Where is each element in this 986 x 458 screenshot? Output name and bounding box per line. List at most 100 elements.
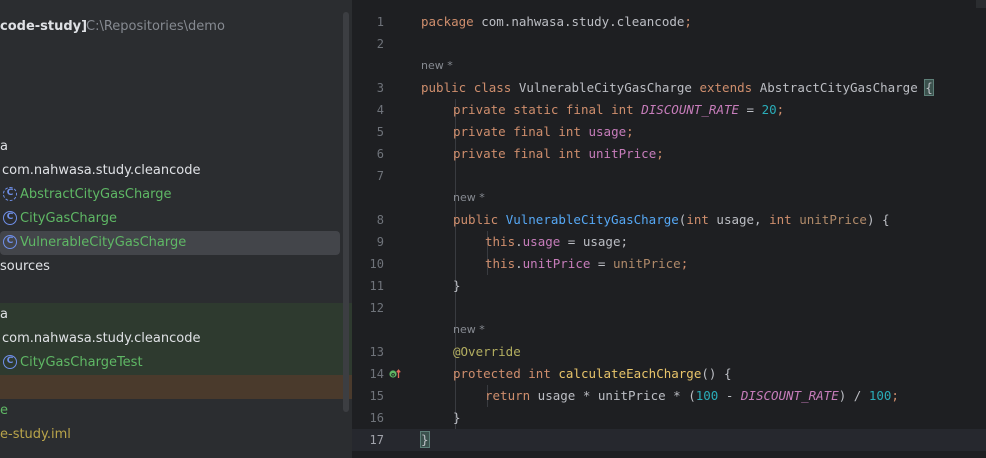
code-token: = xyxy=(739,102,762,117)
class-icon: C xyxy=(3,211,17,225)
code-line-3: public class VulnerableCityGasCharge ext… xyxy=(421,77,934,99)
keyword: int xyxy=(558,124,581,139)
code-line-15: return usage * unitPrice * (100 - DISCOU… xyxy=(485,385,899,407)
line-number: 1 xyxy=(376,15,384,29)
code-token: = xyxy=(590,256,613,271)
code-token: com.nahwasa.study.cleancode xyxy=(473,14,685,29)
code-line-14: protected int calculateEachCharge() { xyxy=(453,363,731,385)
code-line-6: private final int unitPrice; xyxy=(453,143,664,165)
keyword: static xyxy=(513,102,559,117)
matched-brace: { xyxy=(924,79,934,96)
field: usage xyxy=(522,234,561,249)
constructor-name: VulnerableCityGasCharge xyxy=(505,212,679,227)
code-token: ; xyxy=(891,388,899,403)
code-text-area[interactable]: package com.nahwasa.study.cleancode; new… xyxy=(420,0,986,458)
override-method-icon[interactable]: o xyxy=(389,368,401,380)
class-icon: C xyxy=(3,235,17,249)
code-line-10: this.unitPrice = unitPrice; xyxy=(485,253,688,275)
code-token: ; xyxy=(684,14,692,29)
keyword: protected xyxy=(453,366,521,381)
line-number: 8 xyxy=(376,213,384,227)
number: 20 xyxy=(761,102,777,117)
code-line-4: private static final int DISCOUNT_RATE =… xyxy=(453,99,784,121)
code-line-13: @Override xyxy=(453,341,521,363)
line-number: 6 xyxy=(376,147,384,161)
line-number: 7 xyxy=(376,169,384,183)
line-number-current: 17 xyxy=(369,433,384,447)
author-hint[interactable]: new * xyxy=(453,187,485,209)
field: usage xyxy=(588,124,627,139)
keyword: extends xyxy=(699,80,753,95)
keyword: int xyxy=(558,146,581,161)
project-root-label: code-study] xyxy=(0,19,88,34)
keyword: int xyxy=(611,102,634,117)
project-tool-window: code-study] C:\Repositories\demo a com.n… xyxy=(0,0,352,458)
author-hint[interactable]: new * xyxy=(421,55,453,77)
code-token: . xyxy=(515,256,523,271)
keyword: int xyxy=(686,212,709,227)
project-root-path: C:\Repositories\demo xyxy=(86,19,225,34)
keyword: final xyxy=(513,124,551,139)
line-number: 11 xyxy=(369,279,384,293)
line-number: 3 xyxy=(376,81,384,95)
keyword: int xyxy=(528,366,551,381)
keyword: return xyxy=(485,388,531,403)
code-token: () { xyxy=(701,366,732,381)
number: 100 xyxy=(695,388,719,403)
tree-item-label: e-study.iml xyxy=(0,427,71,442)
excluded-folder-highlight xyxy=(0,375,352,399)
code-line-9: this.usage = usage; xyxy=(485,231,628,253)
tree-item-label: a xyxy=(0,139,8,154)
author-hint[interactable]: new * xyxy=(453,319,485,341)
code-token: ; xyxy=(680,256,689,271)
line-number: 2 xyxy=(376,37,384,51)
keyword: package xyxy=(421,14,474,29)
code-line-1: package com.nahwasa.study.cleancode; xyxy=(421,11,692,33)
keyword: public xyxy=(421,80,467,95)
editor-gutter[interactable]: 1 2 3 4 5 6 7 8 9 10 11 12 13 14 15 16 1… xyxy=(352,0,412,458)
code-token: ; xyxy=(656,146,664,161)
keyword: private xyxy=(453,124,506,139)
tree-item-label: com.nahwasa.study.cleancode xyxy=(2,331,201,346)
code-token: ; xyxy=(626,124,634,139)
line-number: 4 xyxy=(376,103,384,117)
code-token: = usage; xyxy=(560,234,629,249)
code-token: } xyxy=(453,410,461,425)
svg-text:o: o xyxy=(391,371,395,378)
project-scrollbar[interactable] xyxy=(343,12,349,412)
class-name: VulnerableCityGasCharge xyxy=(511,80,700,95)
field: unitPrice xyxy=(588,146,657,161)
code-token: usage, xyxy=(708,212,770,227)
tree-item-label: VulnerableCityGasCharge xyxy=(20,235,187,250)
tree-item-label: CityGasCharge xyxy=(20,211,117,226)
line-number: 14 xyxy=(369,367,384,381)
line-number: 5 xyxy=(376,125,384,139)
keyword: public xyxy=(453,212,499,227)
tree-item-label: a xyxy=(0,307,8,322)
constant: DISCOUNT_RATE xyxy=(641,102,740,117)
keyword: this xyxy=(485,234,516,249)
line-number: 12 xyxy=(369,301,384,315)
keyword: final xyxy=(513,146,551,161)
code-token: - xyxy=(718,388,741,403)
abstract-class-icon: C xyxy=(3,187,17,201)
code-editor[interactable]: 1 2 3 4 5 6 7 8 9 10 11 12 13 14 15 16 1… xyxy=(352,0,986,458)
field: unitPrice xyxy=(522,256,591,271)
keyword: private xyxy=(453,102,506,117)
tree-item-label: AbstractCityGasCharge xyxy=(20,187,172,202)
keyword: final xyxy=(565,102,604,117)
code-token: ) / xyxy=(838,388,869,403)
keyword: this xyxy=(485,256,516,271)
code-token: } xyxy=(453,278,461,293)
tree-item-label: e xyxy=(0,403,8,418)
class-name: AbstractCityGasCharge xyxy=(752,80,926,95)
code-line-5: private final int usage; xyxy=(453,121,634,143)
keyword: int xyxy=(769,212,792,227)
editor-scrollbar[interactable] xyxy=(978,0,986,458)
code-line-8: public VulnerableCityGasCharge(int usage… xyxy=(453,209,890,231)
number: 100 xyxy=(868,388,892,403)
constant: DISCOUNT_RATE xyxy=(740,388,839,403)
